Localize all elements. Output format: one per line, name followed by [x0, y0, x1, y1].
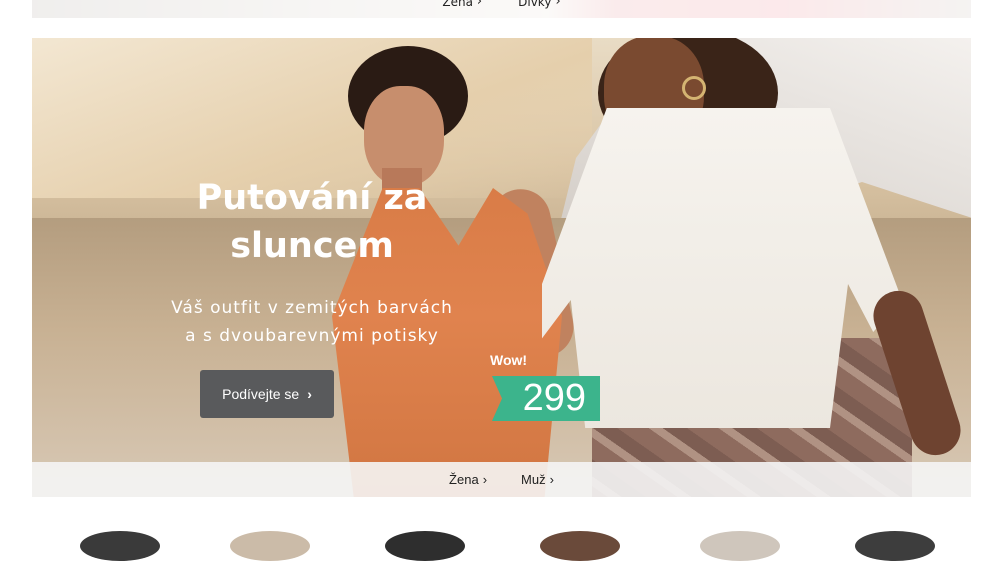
category-links-bar: Žena › Muž › — [32, 462, 971, 497]
hero-subtitle-line-1: Váš outfit v zemitých barvách — [171, 298, 453, 318]
category-thumbnail[interactable] — [540, 531, 620, 561]
link-zena-top[interactable]: Žena › — [442, 0, 483, 13]
link-label: Dívky — [518, 0, 552, 9]
previous-banner-links: Žena › Dívky › — [32, 0, 971, 18]
hero-title: Putování za sluncem — [196, 178, 428, 266]
link-divky-top[interactable]: Dívky › — [518, 0, 561, 13]
hero-subtitle-line-2: a s dvoubarevnými potisky — [185, 326, 439, 346]
chevron-right-icon: › — [555, 0, 561, 9]
link-label: Muž — [521, 472, 546, 487]
category-thumbnail[interactable] — [855, 531, 935, 561]
category-thumbnails — [0, 527, 998, 561]
link-zena[interactable]: Žena › — [449, 472, 487, 487]
chevron-right-icon: › — [476, 0, 483, 9]
link-muz[interactable]: Muž › — [521, 472, 554, 487]
cta-label: Podívejte se — [222, 386, 300, 402]
category-thumbnail[interactable] — [230, 531, 310, 561]
model-right-earring — [682, 76, 706, 100]
cta-button[interactable]: Podívejte se › — [200, 370, 334, 418]
hero-banner[interactable]: Putování za sluncem Váš outfit v zemitýc… — [32, 38, 971, 497]
previous-banner: Žena › Dívky › — [32, 0, 971, 18]
category-thumbnail[interactable] — [385, 531, 465, 561]
category-thumbnail[interactable] — [80, 531, 160, 561]
price-tag: 299 — [492, 376, 600, 421]
chevron-right-icon: › — [549, 472, 554, 487]
link-label: Žena — [449, 472, 479, 487]
link-label: Žena — [442, 0, 473, 9]
wow-badge: Wow! — [490, 352, 528, 368]
chevron-right-icon: › — [482, 472, 488, 487]
category-thumbnail[interactable] — [700, 531, 780, 561]
hero-subtitle: Váš outfit v zemitých barvách a s dvouba… — [102, 294, 522, 350]
chevron-right-icon: › — [307, 386, 312, 402]
